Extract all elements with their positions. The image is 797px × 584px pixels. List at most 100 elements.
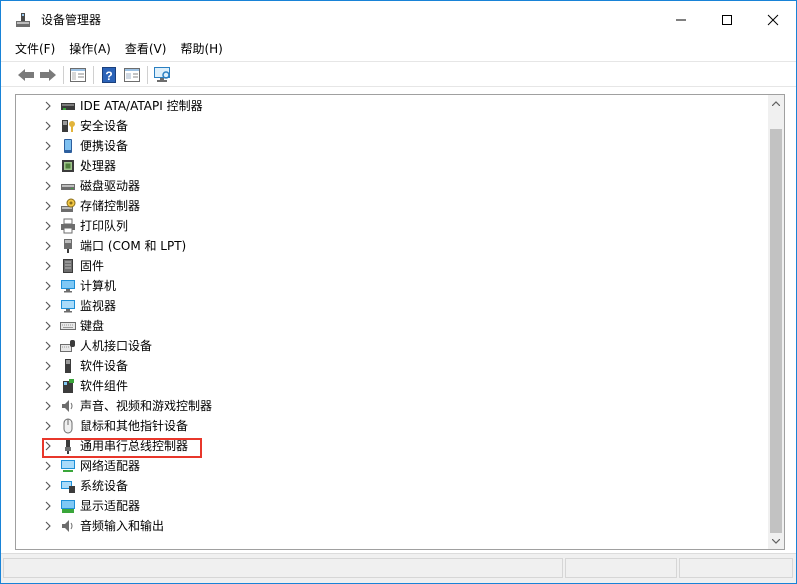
tree-item[interactable]: 音频输入和输出	[16, 516, 768, 536]
tree-item[interactable]: 磁盘驱动器	[16, 176, 768, 196]
device-tree-frame: IDE ATA/ATAPI 控制器安全设备 便携设备处理器磁盘驱动器 存储控制器打印…	[15, 94, 785, 550]
tree-item[interactable]: 系统设备	[16, 476, 768, 496]
printer-icon	[60, 218, 76, 234]
back-button[interactable]	[17, 66, 35, 84]
security-device-icon	[60, 118, 76, 134]
tree-item[interactable]: 监视器	[16, 296, 768, 316]
software-device-icon	[60, 358, 76, 374]
toolbar-separator	[63, 66, 64, 84]
tree-item-label: 人机接口设备	[80, 339, 153, 353]
storage-controller-icon	[60, 198, 76, 214]
tree-item-label: 打印队列	[80, 219, 129, 233]
chevron-down-icon	[772, 538, 780, 544]
status-segment	[679, 558, 793, 578]
chevron-right-icon[interactable]	[42, 500, 54, 512]
menu-action[interactable]: 操作(A)	[63, 39, 117, 59]
tree-item[interactable]: 鼠标和其他指针设备	[16, 416, 768, 436]
tree-item[interactable]: 软件组件	[16, 376, 768, 396]
tree-item[interactable]: 计算机	[16, 276, 768, 296]
toolbar-separator	[93, 66, 94, 84]
close-icon	[767, 14, 779, 26]
chevron-right-icon[interactable]	[42, 140, 54, 152]
chevron-right-icon[interactable]	[42, 100, 54, 112]
tree-item[interactable]: 处理器	[16, 156, 768, 176]
scroll-thumb[interactable]	[770, 129, 782, 533]
console-tree-button[interactable]	[69, 66, 87, 84]
chevron-right-icon[interactable]	[42, 240, 54, 252]
help-icon: ?	[102, 67, 116, 83]
ide-controller-icon	[60, 98, 76, 114]
tree-item-label: 软件组件	[80, 379, 129, 393]
tree-item[interactable]: 声音、视频和游戏控制器	[16, 396, 768, 416]
minimize-button[interactable]	[658, 1, 704, 39]
menu-file[interactable]: 文件(F)	[9, 39, 61, 59]
console-tree-icon	[70, 68, 86, 82]
chevron-right-icon[interactable]	[42, 460, 54, 472]
monitor-scan-icon	[154, 67, 170, 82]
tree-item[interactable]: 软件设备	[16, 356, 768, 376]
tree-item[interactable]: 显示适配器	[16, 496, 768, 516]
chevron-right-icon[interactable]	[42, 120, 54, 132]
status-bar	[1, 553, 796, 583]
chevron-right-icon[interactable]	[42, 280, 54, 292]
tree-item[interactable]: IDE ATA/ATAPI 控制器	[16, 96, 768, 116]
tree-item-label: 固件	[80, 259, 105, 273]
software-component-icon	[60, 378, 76, 394]
tree-item-label: 系统设备	[80, 479, 129, 493]
help-button[interactable]: ?	[100, 66, 118, 84]
tree-item[interactable]: 网络适配器	[16, 456, 768, 476]
tree-item[interactable]: 存储控制器	[16, 196, 768, 216]
chevron-right-icon[interactable]	[42, 220, 54, 232]
tree-item-label: 处理器	[80, 159, 117, 173]
tree-item[interactable]: 端口 (COM 和 LPT)	[16, 236, 768, 256]
chevron-right-icon[interactable]	[42, 180, 54, 192]
chevron-right-icon[interactable]	[42, 300, 54, 312]
scan-hardware-button[interactable]	[154, 66, 172, 84]
maximize-button[interactable]	[704, 1, 750, 39]
sound-icon	[60, 398, 76, 414]
firmware-icon	[60, 258, 76, 274]
back-arrow-icon	[18, 69, 34, 81]
menu-bar: 文件(F) 操作(A) 查看(V) 帮助(H)	[1, 39, 796, 59]
chevron-right-icon[interactable]	[42, 480, 54, 492]
system-device-icon	[60, 478, 76, 494]
chevron-right-icon[interactable]	[42, 420, 54, 432]
tree-item[interactable]: 固件	[16, 256, 768, 276]
scroll-down-button[interactable]	[768, 533, 784, 549]
close-button[interactable]	[750, 1, 796, 39]
hid-icon	[60, 338, 76, 354]
tree-item[interactable]: 键盘	[16, 316, 768, 336]
scroll-up-button[interactable]	[768, 95, 784, 111]
menu-help[interactable]: 帮助(H)	[174, 39, 228, 59]
chevron-right-icon[interactable]	[42, 380, 54, 392]
chevron-right-icon[interactable]	[42, 200, 54, 212]
chevron-right-icon[interactable]	[42, 160, 54, 172]
vertical-scrollbar[interactable]	[768, 95, 784, 549]
chevron-right-icon[interactable]	[42, 320, 54, 332]
tree-item-label: 鼠标和其他指针设备	[80, 419, 189, 433]
tree-item[interactable]: 安全设备	[16, 116, 768, 136]
chevron-right-icon[interactable]	[42, 340, 54, 352]
tree-item-label: 键盘	[80, 319, 105, 333]
computer-icon	[60, 278, 76, 294]
chevron-right-icon[interactable]	[42, 400, 54, 412]
chevron-right-icon[interactable]	[42, 360, 54, 372]
tree-item-label: 监视器	[80, 299, 117, 313]
tree-item[interactable]: 打印队列	[16, 216, 768, 236]
tree-item[interactable]: 便携设备	[16, 136, 768, 156]
tree-item[interactable]: 人机接口设备	[16, 336, 768, 356]
device-manager-window: 设备管理器 文件(F) 操作(A) 查看(V) 帮助(H) ? IDE ATA/…	[0, 0, 797, 584]
highlight-box	[42, 438, 202, 458]
properties-button[interactable]	[123, 66, 141, 84]
status-segment	[3, 558, 563, 578]
device-manager-icon	[15, 12, 31, 28]
menu-view[interactable]: 查看(V)	[119, 39, 173, 59]
chevron-right-icon[interactable]	[42, 520, 54, 532]
tree-item-label: IDE ATA/ATAPI 控制器	[80, 99, 203, 113]
title-bar: 设备管理器	[1, 1, 796, 39]
chevron-right-icon[interactable]	[42, 260, 54, 272]
port-icon	[60, 238, 76, 254]
properties-icon	[124, 68, 140, 82]
forward-button[interactable]	[39, 66, 57, 84]
svg-text:?: ?	[105, 69, 112, 83]
